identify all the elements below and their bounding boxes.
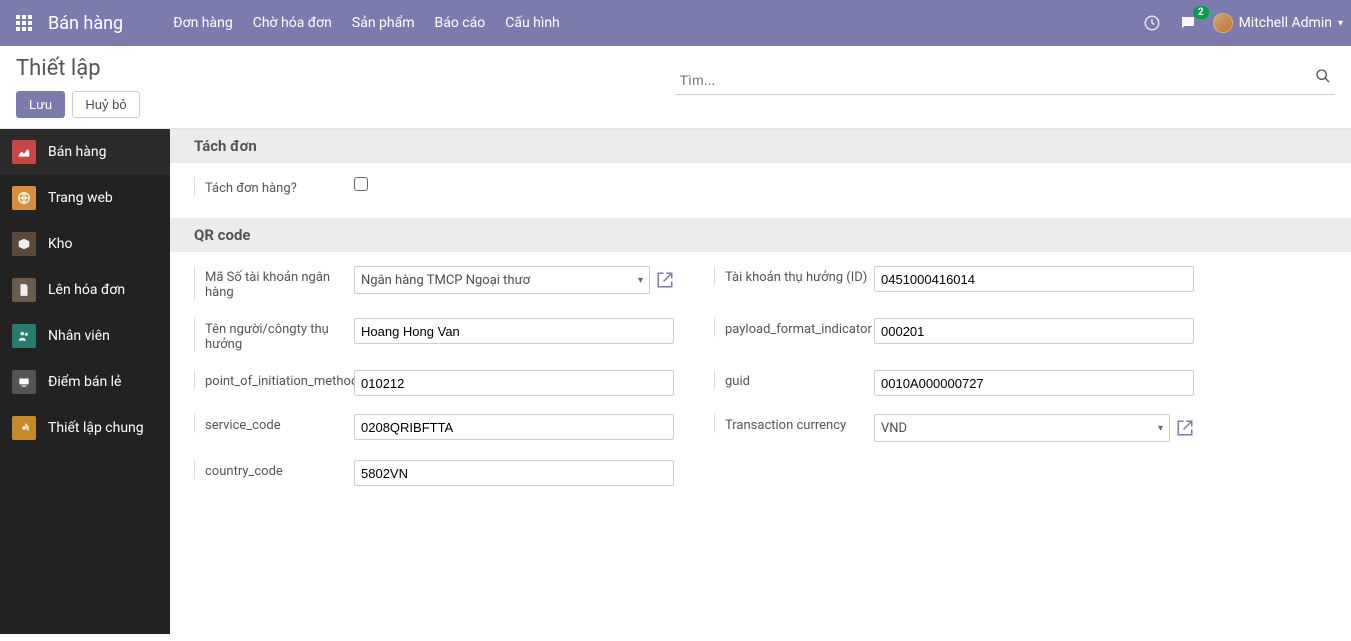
label-bank-code: Mã Số tài khoản ngân hàng bbox=[194, 266, 354, 300]
label-beneficiary-name: Tên người/côngty thụ hưởng bbox=[194, 318, 354, 352]
document-icon bbox=[12, 278, 36, 302]
menu-configuration[interactable]: Cấu hình bbox=[495, 2, 570, 44]
top-navbar: Bán hàng Đơn hàng Chờ hóa đơn Sản phẩm B… bbox=[0, 0, 1351, 46]
sidebar-item-general-settings[interactable]: Thiết lập chung bbox=[0, 405, 170, 451]
sidebar-item-inventory[interactable]: Kho bbox=[0, 221, 170, 267]
sidebar-item-employees[interactable]: Nhân viên bbox=[0, 313, 170, 359]
discard-button[interactable]: Huỷ bỏ bbox=[72, 91, 139, 118]
input-point-of-initiation-method[interactable] bbox=[354, 370, 674, 396]
apps-icon[interactable] bbox=[8, 7, 40, 39]
input-beneficiary-id[interactable] bbox=[874, 266, 1194, 292]
gear-icon bbox=[12, 416, 36, 440]
globe-icon bbox=[12, 186, 36, 210]
user-menu[interactable]: Mitchell Admin ▾ bbox=[1213, 13, 1343, 33]
sidebar-item-label: Nhân viên bbox=[48, 328, 110, 344]
caret-down-icon: ▾ bbox=[1158, 423, 1163, 434]
select-transaction-currency[interactable]: VND ▾ bbox=[874, 414, 1170, 442]
input-payload-format-indicator[interactable] bbox=[874, 318, 1194, 344]
external-link-icon[interactable] bbox=[1176, 419, 1194, 437]
section-split-header: Tách đơn bbox=[170, 129, 1351, 163]
menu-reports[interactable]: Báo cáo bbox=[425, 2, 496, 44]
chart-icon bbox=[12, 140, 36, 164]
select-bank-code-value: Ngân hàng TMCP Ngoại thươ bbox=[361, 273, 530, 288]
people-icon bbox=[12, 324, 36, 348]
sidebar-item-label: Bán hàng bbox=[48, 144, 106, 160]
select-bank-code[interactable]: Ngân hàng TMCP Ngoại thươ ▾ bbox=[354, 266, 650, 294]
input-service-code[interactable] bbox=[354, 414, 674, 440]
sidebar-item-label: Thiết lập chung bbox=[48, 420, 144, 436]
sidebar-item-label: Lên hóa đơn bbox=[48, 282, 125, 298]
activity-icon[interactable] bbox=[1141, 12, 1163, 34]
page-title: Thiết lập bbox=[16, 56, 676, 81]
message-badge: 2 bbox=[1193, 6, 1209, 19]
input-country-code[interactable] bbox=[354, 460, 674, 486]
label-service-code: service_code bbox=[194, 414, 354, 433]
messaging-icon[interactable]: 2 bbox=[1177, 12, 1199, 34]
settings-sidebar: Bán hàng Trang web Kho Lên hóa đơn Nhân … bbox=[0, 129, 170, 634]
caret-down-icon: ▾ bbox=[638, 275, 643, 286]
checkbox-split-order[interactable] bbox=[354, 177, 368, 191]
label-guid: guid bbox=[714, 370, 874, 389]
sidebar-item-invoicing[interactable]: Lên hóa đơn bbox=[0, 267, 170, 313]
input-guid[interactable] bbox=[874, 370, 1194, 396]
sidebar-item-label: Điểm bán lẻ bbox=[48, 374, 121, 390]
menu-waiting-invoice[interactable]: Chờ hóa đơn bbox=[243, 2, 342, 44]
menu-products[interactable]: Sản phẩm bbox=[342, 2, 425, 44]
pos-icon bbox=[12, 370, 36, 394]
search-icon[interactable] bbox=[1315, 68, 1331, 84]
label-beneficiary-id: Tài khoản thụ hưởng (ID) bbox=[714, 266, 874, 285]
caret-down-icon: ▾ bbox=[1338, 18, 1343, 29]
main-menu: Đơn hàng Chờ hóa đơn Sản phẩm Báo cáo Cấ… bbox=[163, 2, 570, 44]
sidebar-item-label: Kho bbox=[48, 236, 72, 252]
label-payload-format-indicator: payload_format_indicator bbox=[714, 318, 874, 337]
sidebar-item-website[interactable]: Trang web bbox=[0, 175, 170, 221]
app-brand[interactable]: Bán hàng bbox=[48, 13, 123, 34]
search-input[interactable] bbox=[676, 66, 1336, 95]
sidebar-item-label: Trang web bbox=[48, 190, 113, 206]
label-split-order: Tách đơn hàng? bbox=[194, 177, 354, 196]
avatar bbox=[1213, 13, 1233, 33]
label-country-code: country_code bbox=[194, 460, 354, 479]
input-beneficiary-name[interactable] bbox=[354, 318, 674, 344]
box-icon bbox=[12, 232, 36, 256]
control-panel: Thiết lập Lưu Huỷ bỏ bbox=[0, 46, 1351, 129]
external-link-icon[interactable] bbox=[656, 271, 674, 289]
label-transaction-currency: Transaction currency bbox=[714, 414, 874, 433]
menu-orders[interactable]: Đơn hàng bbox=[163, 2, 243, 44]
select-transaction-currency-value: VND bbox=[881, 421, 907, 436]
sidebar-item-sales[interactable]: Bán hàng bbox=[0, 129, 170, 175]
label-point-of-initiation-method: point_of_initiation_method bbox=[194, 370, 354, 389]
settings-form: Tách đơn Tách đơn hàng? QR code Mã Số tà… bbox=[170, 129, 1351, 634]
save-button[interactable]: Lưu bbox=[16, 91, 65, 118]
sidebar-item-pos[interactable]: Điểm bán lẻ bbox=[0, 359, 170, 405]
section-qr-header: QR code bbox=[170, 218, 1351, 252]
user-name: Mitchell Admin bbox=[1239, 15, 1332, 31]
